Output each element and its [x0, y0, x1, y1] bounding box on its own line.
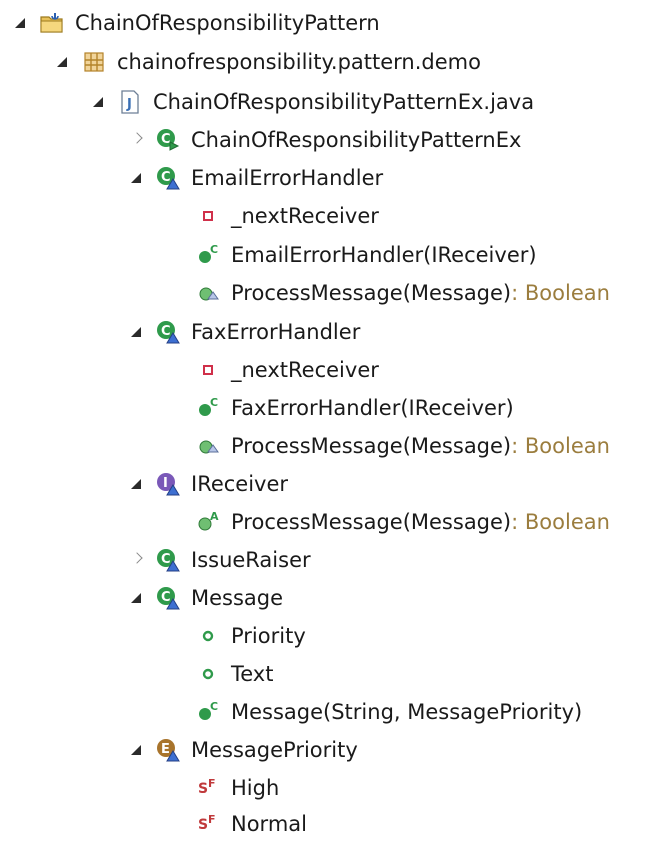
svg-text:C: C: [161, 324, 171, 339]
return-type-label: : Boolean: [511, 281, 610, 305]
tree-node-label: chainofresponsibility.pattern.demo: [117, 50, 481, 74]
tree-node-field[interactable]: Priority: [170, 617, 306, 655]
expanded-arrow-icon[interactable]: [14, 16, 28, 30]
constructor-icon: C: [195, 395, 221, 421]
tree-node-label: Priority: [231, 624, 306, 648]
tree-node-label: Text: [231, 662, 274, 686]
tree-node-label: ChainOfResponsibilityPattern: [75, 11, 380, 35]
method-implements-icon: [195, 280, 221, 306]
tree-node-label: FaxErrorHandler(IReceiver): [231, 396, 514, 420]
constructor-icon: C: [195, 242, 221, 268]
public-field-icon: [195, 623, 221, 649]
tree-node-label: MessagePriority: [191, 738, 358, 762]
enum-icon: E: [155, 737, 181, 763]
svg-text:C: C: [161, 170, 171, 185]
tree-node-label: IReceiver: [191, 472, 289, 496]
public-field-icon: [195, 661, 221, 687]
collapsed-arrow-icon[interactable]: [130, 553, 144, 567]
method-implements-icon: [195, 433, 221, 459]
svg-text:E: E: [161, 742, 170, 757]
tree-node-enum-constant[interactable]: SF High: [170, 769, 279, 807]
tree-node-class-message[interactable]: C Message: [130, 579, 283, 617]
tree-node-project[interactable]: ChainOfResponsibilityPattern: [14, 4, 380, 42]
abstract-method-icon: A: [195, 509, 221, 535]
tree-node-label: _nextReceiver: [231, 358, 379, 382]
tree-node-field[interactable]: Text: [170, 655, 273, 693]
tree-node-field[interactable]: _nextReceiver: [170, 197, 379, 235]
svg-text:F: F: [208, 813, 216, 826]
tree-node-class-faxerrorhandler[interactable]: C FaxErrorHandler: [130, 313, 360, 351]
tree-node-label: Message: [191, 586, 284, 610]
class-icon: C: [155, 165, 181, 191]
class-run-icon: C: [155, 127, 181, 153]
svg-text:C: C: [161, 590, 171, 605]
tree-node-interface-ireceiver[interactable]: I IReceiver: [130, 465, 288, 503]
private-field-icon: [195, 203, 221, 229]
tree-node-label: ProcessMessage(Message): [231, 434, 512, 458]
tree-node-label: ChainOfResponsibilityPatternEx.java: [153, 90, 535, 114]
tree-node-field[interactable]: _nextReceiver: [170, 351, 379, 389]
svg-text:C: C: [161, 552, 171, 567]
tree-node-constructor[interactable]: C EmailErrorHandler(IReceiver): [170, 236, 537, 274]
svg-text:I: I: [163, 476, 168, 491]
return-type-label: : Boolean: [511, 434, 610, 458]
tree-node-label: ProcessMessage(Message): [231, 510, 512, 534]
static-final-field-icon: SF: [195, 775, 221, 801]
svg-text:J: J: [126, 97, 132, 112]
expanded-arrow-icon[interactable]: [130, 325, 144, 339]
return-type-label: : Boolean: [511, 510, 610, 534]
java-file-icon: J: [117, 89, 143, 115]
tree-node-label: High: [231, 776, 280, 800]
tree-node-label: IssueRaiser: [191, 548, 311, 572]
package-explorer-tree: ChainOfResponsibilityPattern chainofresp…: [0, 0, 651, 837]
tree-node-label: ChainOfResponsibilityPatternEx: [191, 128, 522, 152]
tree-node-label: Normal: [231, 812, 307, 836]
expanded-arrow-icon[interactable]: [130, 591, 144, 605]
tree-node-class-chainofresponsibilitypatternex[interactable]: C ChainOfResponsibilityPatternEx: [130, 121, 521, 159]
tree-node-enum-constant[interactable]: SF Normal: [170, 805, 307, 843]
collapsed-arrow-icon[interactable]: [130, 133, 144, 147]
tree-node-class-emailerrorhandler[interactable]: C EmailErrorHandler: [130, 159, 383, 197]
svg-text:C: C: [210, 243, 218, 256]
private-field-icon: [195, 357, 221, 383]
interface-icon: I: [155, 471, 181, 497]
svg-text:C: C: [210, 700, 218, 713]
svg-text:S: S: [198, 817, 208, 833]
tree-node-method[interactable]: A ProcessMessage(Message) : Boolean: [170, 503, 610, 541]
svg-text:C: C: [210, 396, 218, 409]
class-icon: C: [155, 585, 181, 611]
project-folder-icon: [39, 10, 65, 36]
class-icon: C: [155, 319, 181, 345]
tree-node-java-file[interactable]: J ChainOfResponsibilityPatternEx.java: [92, 83, 534, 121]
constructor-icon: C: [195, 699, 221, 725]
tree-node-method[interactable]: ProcessMessage(Message) : Boolean: [170, 427, 610, 465]
tree-node-constructor[interactable]: C Message(String, MessagePriority): [170, 693, 582, 731]
tree-node-label: FaxErrorHandler: [191, 320, 361, 344]
svg-text:C: C: [161, 132, 171, 147]
tree-node-label: EmailErrorHandler(IReceiver): [231, 243, 537, 267]
tree-node-label: EmailErrorHandler: [191, 166, 384, 190]
expanded-arrow-icon[interactable]: [92, 95, 106, 109]
svg-text:F: F: [208, 777, 216, 790]
tree-node-class-issueraiser[interactable]: C IssueRaiser: [130, 541, 311, 579]
tree-node-label: _nextReceiver: [231, 204, 379, 228]
tree-node-enum-messagepriority[interactable]: E MessagePriority: [130, 731, 358, 769]
expanded-arrow-icon[interactable]: [130, 477, 144, 491]
package-icon: [81, 49, 107, 75]
tree-node-label: Message(String, MessagePriority): [231, 700, 583, 724]
svg-text:S: S: [198, 781, 208, 797]
expanded-arrow-icon[interactable]: [130, 171, 144, 185]
tree-node-label: ProcessMessage(Message): [231, 281, 512, 305]
svg-text:A: A: [210, 510, 219, 523]
class-icon: C: [155, 547, 181, 573]
tree-node-constructor[interactable]: C FaxErrorHandler(IReceiver): [170, 389, 514, 427]
static-final-field-icon: SF: [195, 811, 221, 837]
tree-node-method[interactable]: ProcessMessage(Message) : Boolean: [170, 274, 610, 312]
tree-node-package[interactable]: chainofresponsibility.pattern.demo: [56, 43, 481, 81]
expanded-arrow-icon[interactable]: [130, 743, 144, 757]
expanded-arrow-icon[interactable]: [56, 55, 70, 69]
